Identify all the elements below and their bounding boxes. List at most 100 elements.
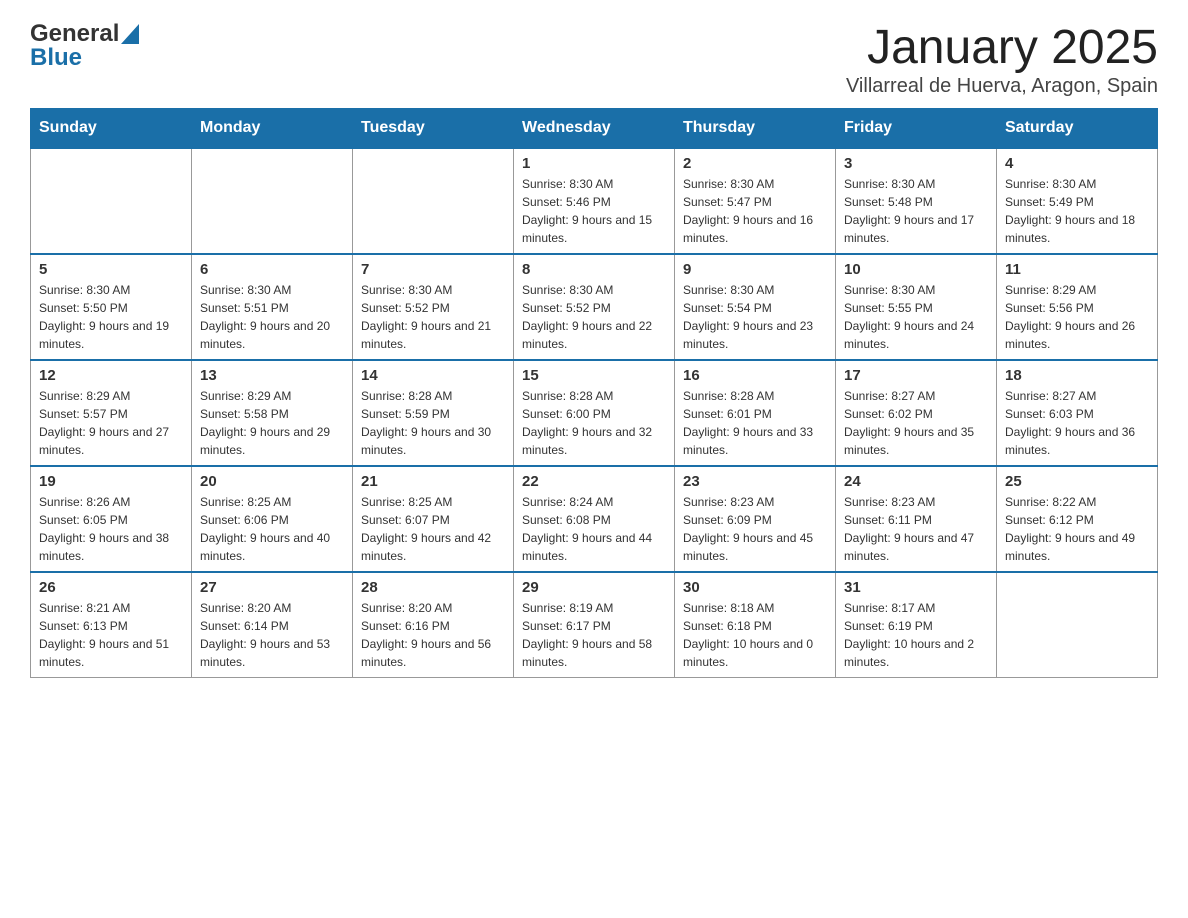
calendar-cell: 16Sunrise: 8:28 AM Sunset: 6:01 PM Dayli… [675,360,836,466]
day-number: 4 [1005,155,1149,172]
day-number: 9 [683,261,827,278]
day-number: 5 [39,261,183,278]
calendar-cell: 27 Sunrise: 8:20 AM Sunset: 6:14 PM Dayli… [192,572,353,678]
day-info: Sunrise: 8:30 AM Sunset: 5:54 PM Dayligh… [683,281,827,353]
calendar-cell: 19 Sunrise: 8:26 AM Sunset: 6:05 PM Dayli… [31,466,192,572]
day-header-tuesday: Tuesday [353,109,514,149]
day-info: Sunrise: 8:30 AM Sunset: 5:55 PM Dayligh… [844,281,988,353]
calendar-cell: 2 Sunrise: 8:30 AM Sunset: 5:47 PM Daylig… [675,148,836,254]
day-info: Sunrise: 8:30 AM Sunset: 5:46 PM Dayligh… [522,175,666,247]
day-header-wednesday: Wednesday [514,109,675,149]
calendar-cell: 18Sunrise: 8:27 AM Sunset: 6:03 PM Dayli… [997,360,1158,466]
calendar-cell: 7Sunrise: 8:30 AM Sunset: 5:52 PM Daylig… [353,254,514,360]
day-number: 8 [522,261,666,278]
day-info: Sunrise: 8:20 AM Sunset: 6:16 PM Dayligh… [361,599,505,671]
calendar-cell: 12 Sunrise: 8:29 AM Sunset: 5:57 PM Dayli… [31,360,192,466]
calendar-cell: 31 Sunrise: 8:17 AM Sunset: 6:19 PM Dayli… [836,572,997,678]
day-info: Sunrise: 8:26 AM Sunset: 6:05 PM Dayligh… [39,493,183,565]
title-block: January 2025 Villarreal de Huerva, Arago… [846,20,1158,98]
calendar-week-3: 12 Sunrise: 8:29 AM Sunset: 5:57 PM Dayli… [31,360,1158,466]
calendar-cell: 30 Sunrise: 8:18 AM Sunset: 6:18 PM Dayli… [675,572,836,678]
day-number: 1 [522,155,666,172]
day-number: 30 [683,579,827,596]
calendar-cell: 8Sunrise: 8:30 AM Sunset: 5:52 PM Daylig… [514,254,675,360]
calendar-cell [31,148,192,254]
calendar-week-1: 1 Sunrise: 8:30 AM Sunset: 5:46 PM Daylig… [31,148,1158,254]
day-number: 19 [39,473,183,490]
day-number: 3 [844,155,988,172]
calendar-cell: 5 Sunrise: 8:30 AM Sunset: 5:50 PM Daylig… [31,254,192,360]
calendar-cell: 22 Sunrise: 8:24 AM Sunset: 6:08 PM Dayli… [514,466,675,572]
day-number: 27 [200,579,344,596]
day-info: Sunrise: 8:24 AM Sunset: 6:08 PM Dayligh… [522,493,666,565]
day-info: Sunrise: 8:28 AM Sunset: 6:00 PM Dayligh… [522,387,666,459]
page-header: General Blue January 2025 Villarreal de … [30,20,1158,98]
calendar-cell [192,148,353,254]
day-number: 24 [844,473,988,490]
calendar-week-5: 26 Sunrise: 8:21 AM Sunset: 6:13 PM Dayli… [31,572,1158,678]
calendar-cell: 20Sunrise: 8:25 AM Sunset: 6:06 PM Dayli… [192,466,353,572]
calendar-cell: 4 Sunrise: 8:30 AM Sunset: 5:49 PM Daylig… [997,148,1158,254]
day-number: 11 [1005,261,1149,278]
day-info: Sunrise: 8:21 AM Sunset: 6:13 PM Dayligh… [39,599,183,671]
day-header-sunday: Sunday [31,109,192,149]
day-number: 10 [844,261,988,278]
day-info: Sunrise: 8:19 AM Sunset: 6:17 PM Dayligh… [522,599,666,671]
day-header-row: SundayMondayTuesdayWednesdayThursdayFrid… [31,109,1158,149]
day-number: 21 [361,473,505,490]
day-info: Sunrise: 8:30 AM Sunset: 5:47 PM Dayligh… [683,175,827,247]
day-info: Sunrise: 8:30 AM Sunset: 5:51 PM Dayligh… [200,281,344,353]
calendar-cell: 11 Sunrise: 8:29 AM Sunset: 5:56 PM Dayli… [997,254,1158,360]
calendar-title: January 2025 [846,20,1158,75]
logo-triangle-icon [121,24,139,44]
calendar-cell: 26 Sunrise: 8:21 AM Sunset: 6:13 PM Dayli… [31,572,192,678]
day-info: Sunrise: 8:23 AM Sunset: 6:11 PM Dayligh… [844,493,988,565]
day-info: Sunrise: 8:23 AM Sunset: 6:09 PM Dayligh… [683,493,827,565]
day-number: 15 [522,367,666,384]
day-info: Sunrise: 8:29 AM Sunset: 5:58 PM Dayligh… [200,387,344,459]
calendar-cell: 10 Sunrise: 8:30 AM Sunset: 5:55 PM Dayli… [836,254,997,360]
day-number: 6 [200,261,344,278]
calendar-header: SundayMondayTuesdayWednesdayThursdayFrid… [31,109,1158,149]
calendar-cell: 24 Sunrise: 8:23 AM Sunset: 6:11 PM Dayli… [836,466,997,572]
calendar-cell: 28 Sunrise: 8:20 AM Sunset: 6:16 PM Dayli… [353,572,514,678]
day-info: Sunrise: 8:20 AM Sunset: 6:14 PM Dayligh… [200,599,344,671]
calendar-cell: 13 Sunrise: 8:29 AM Sunset: 5:58 PM Dayli… [192,360,353,466]
day-info: Sunrise: 8:27 AM Sunset: 6:03 PM Dayligh… [1005,387,1149,459]
calendar-week-2: 5 Sunrise: 8:30 AM Sunset: 5:50 PM Daylig… [31,254,1158,360]
day-number: 29 [522,579,666,596]
day-number: 20 [200,473,344,490]
day-number: 31 [844,579,988,596]
day-info: Sunrise: 8:18 AM Sunset: 6:18 PM Dayligh… [683,599,827,671]
calendar-table: SundayMondayTuesdayWednesdayThursdayFrid… [30,108,1158,678]
day-info: Sunrise: 8:30 AM Sunset: 5:52 PM Dayligh… [361,281,505,353]
day-number: 12 [39,367,183,384]
calendar-cell: 3Sunrise: 8:30 AM Sunset: 5:48 PM Daylig… [836,148,997,254]
logo-blue-text: Blue [30,44,82,72]
day-number: 28 [361,579,505,596]
calendar-cell: 21Sunrise: 8:25 AM Sunset: 6:07 PM Dayli… [353,466,514,572]
day-info: Sunrise: 8:17 AM Sunset: 6:19 PM Dayligh… [844,599,988,671]
day-info: Sunrise: 8:22 AM Sunset: 6:12 PM Dayligh… [1005,493,1149,565]
logo: General Blue [30,20,139,72]
day-info: Sunrise: 8:30 AM Sunset: 5:50 PM Dayligh… [39,281,183,353]
day-info: Sunrise: 8:29 AM Sunset: 5:57 PM Dayligh… [39,387,183,459]
day-number: 23 [683,473,827,490]
day-info: Sunrise: 8:28 AM Sunset: 5:59 PM Dayligh… [361,387,505,459]
day-info: Sunrise: 8:30 AM Sunset: 5:49 PM Dayligh… [1005,175,1149,247]
day-info: Sunrise: 8:29 AM Sunset: 5:56 PM Dayligh… [1005,281,1149,353]
calendar-cell [997,572,1158,678]
day-number: 17 [844,367,988,384]
calendar-cell: 1 Sunrise: 8:30 AM Sunset: 5:46 PM Daylig… [514,148,675,254]
day-number: 26 [39,579,183,596]
day-number: 2 [683,155,827,172]
calendar-cell: 25Sunrise: 8:22 AM Sunset: 6:12 PM Dayli… [997,466,1158,572]
calendar-cell: 17Sunrise: 8:27 AM Sunset: 6:02 PM Dayli… [836,360,997,466]
day-number: 13 [200,367,344,384]
day-number: 22 [522,473,666,490]
calendar-cell: 23 Sunrise: 8:23 AM Sunset: 6:09 PM Dayli… [675,466,836,572]
calendar-cell: 9 Sunrise: 8:30 AM Sunset: 5:54 PM Daylig… [675,254,836,360]
day-header-monday: Monday [192,109,353,149]
calendar-subtitle: Villarreal de Huerva, Aragon, Spain [846,75,1158,98]
calendar-cell: 14Sunrise: 8:28 AM Sunset: 5:59 PM Dayli… [353,360,514,466]
